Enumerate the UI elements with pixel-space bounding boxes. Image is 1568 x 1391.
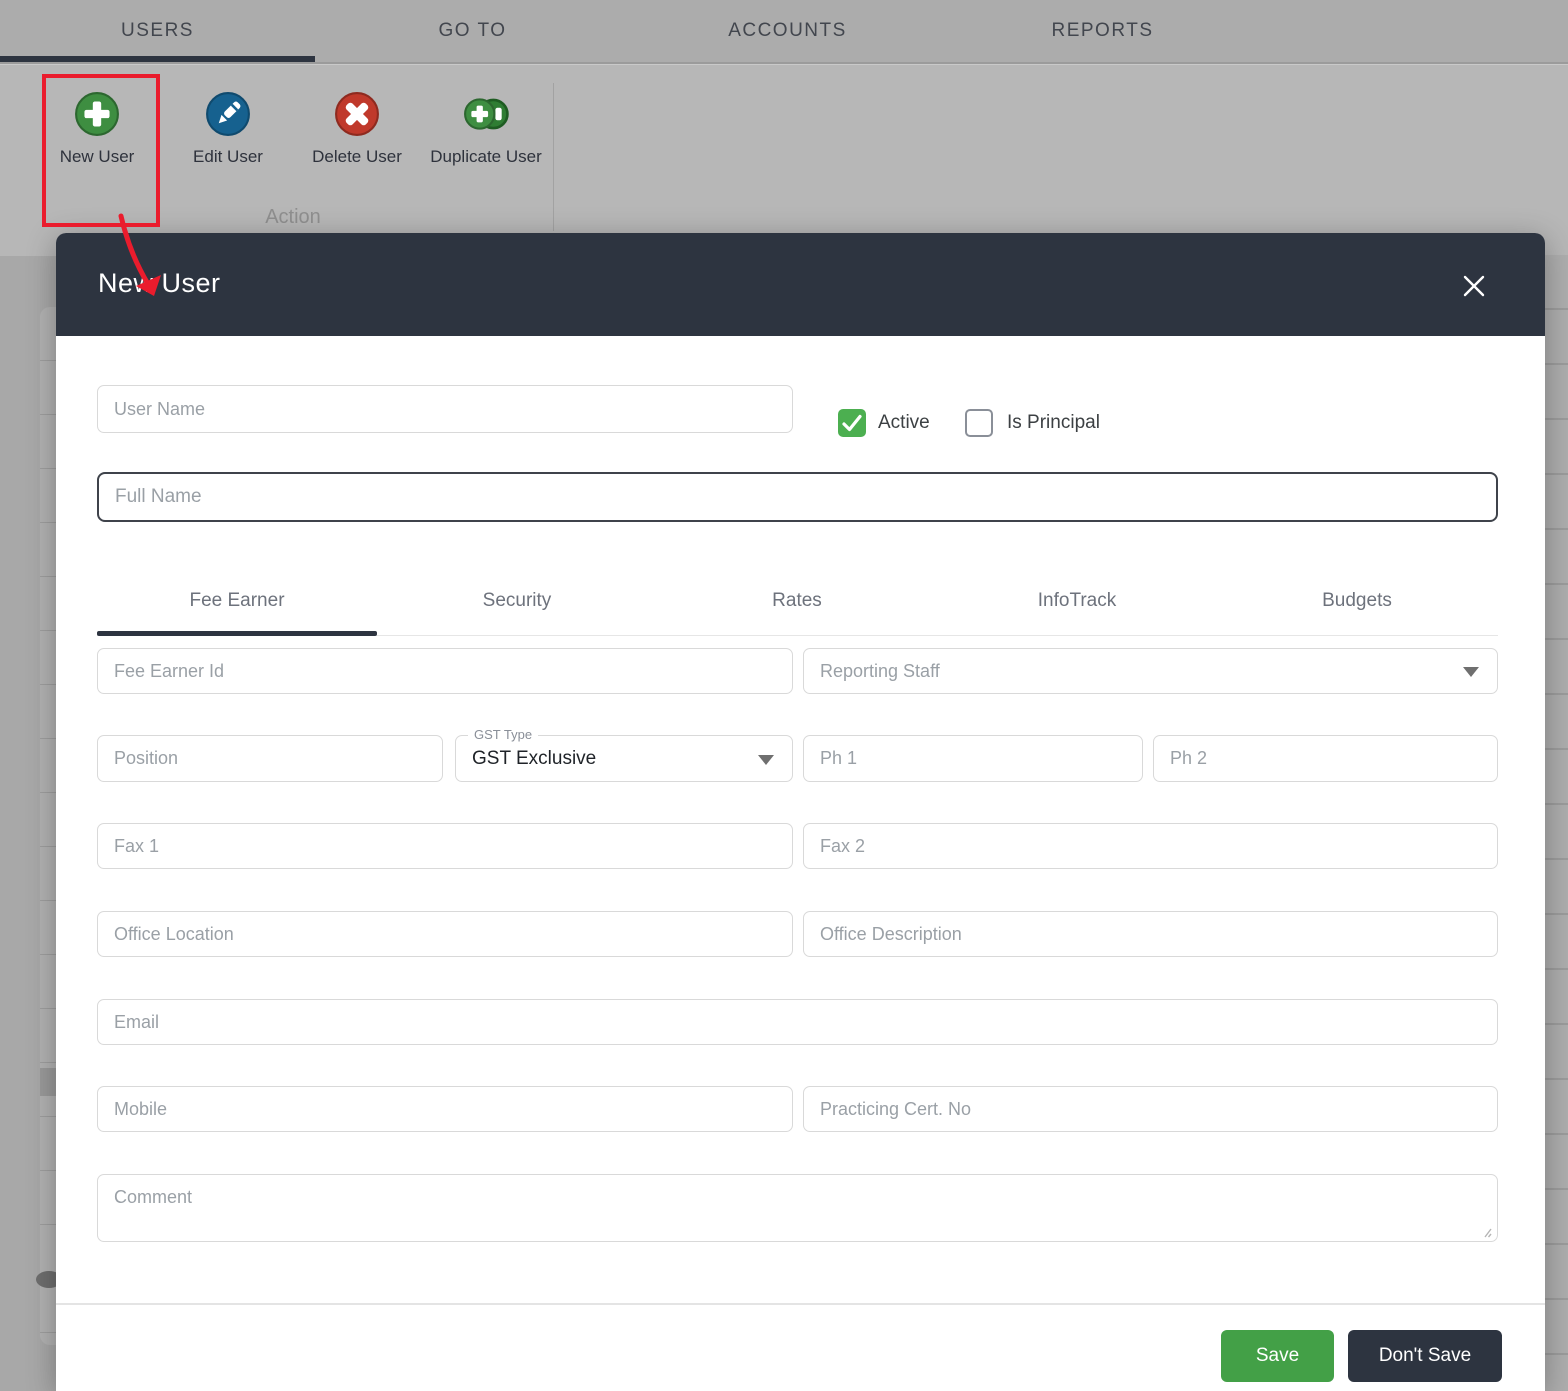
- ribbon-tab-users[interactable]: USERS: [0, 0, 315, 62]
- gst-type-value: GST Exclusive: [472, 747, 597, 769]
- ribbon-group-divider: [553, 83, 554, 231]
- office-location-input[interactable]: [97, 911, 793, 957]
- new-user-button[interactable]: New User: [37, 91, 157, 168]
- position-input[interactable]: [97, 735, 443, 782]
- active-tab-underline: [0, 56, 315, 62]
- tab-security[interactable]: Security: [377, 570, 657, 632]
- active-checkbox[interactable]: [838, 409, 866, 437]
- ph1-input[interactable]: [803, 735, 1143, 782]
- email-input[interactable]: [97, 999, 1498, 1045]
- background-selected-row: [40, 1068, 56, 1096]
- edit-user-label: Edit User: [193, 147, 263, 166]
- is-principal-checkbox[interactable]: [965, 409, 993, 437]
- full-name-input[interactable]: [97, 472, 1498, 522]
- delete-user-x-icon: [297, 91, 417, 137]
- ribbon-tab-go-to[interactable]: GO TO: [315, 0, 630, 62]
- tab-fee-earner[interactable]: Fee Earner: [97, 570, 377, 632]
- ribbon-tab-reports[interactable]: REPORTS: [945, 0, 1260, 62]
- tab-budgets[interactable]: Budgets: [1217, 570, 1497, 632]
- mobile-input[interactable]: [97, 1086, 793, 1132]
- ph2-input[interactable]: [1153, 735, 1498, 782]
- new-user-dialog: New User Active Is Principal Fee Earner …: [56, 233, 1545, 1391]
- duplicate-user-icon: [426, 91, 546, 137]
- comment-textarea[interactable]: [97, 1174, 1498, 1242]
- reporting-staff-dropdown[interactable]: Reporting Staff: [803, 648, 1498, 694]
- background-table-left-sliver: [40, 307, 56, 1345]
- fax2-input[interactable]: [803, 823, 1498, 869]
- office-description-input[interactable]: [803, 911, 1498, 957]
- gst-type-dropdown[interactable]: GST Type GST Exclusive: [455, 727, 793, 782]
- fee-earner-id-input[interactable]: [97, 648, 793, 694]
- new-user-plus-icon: [37, 91, 157, 137]
- dialog-title: New User: [98, 268, 221, 298]
- active-checkbox-label: Active: [878, 412, 930, 433]
- ribbon-action-group: New User Edit User Delete User Duplicate…: [0, 64, 1568, 256]
- background-table-right-sliver: [1545, 255, 1568, 1391]
- footer-divider: [56, 1303, 1545, 1305]
- checkmark-icon: [842, 414, 862, 432]
- is-principal-checkbox-label: Is Principal: [1007, 412, 1100, 433]
- active-dialog-tab-underline: [97, 631, 377, 636]
- delete-user-label: Delete User: [312, 147, 402, 166]
- practicing-cert-no-input[interactable]: [803, 1086, 1498, 1132]
- ribbon-tab-accounts[interactable]: ACCOUNTS: [630, 0, 945, 62]
- tab-rates[interactable]: Rates: [657, 570, 937, 632]
- close-icon[interactable]: [1461, 273, 1487, 299]
- chevron-down-icon: [1463, 667, 1479, 677]
- dont-save-button[interactable]: Don't Save: [1348, 1330, 1502, 1382]
- fax1-input[interactable]: [97, 823, 793, 869]
- edit-user-pencil-icon: [168, 91, 288, 137]
- reporting-staff-placeholder: Reporting Staff: [820, 660, 940, 681]
- edit-user-button[interactable]: Edit User: [168, 91, 288, 168]
- duplicate-user-label: Duplicate User: [430, 147, 542, 166]
- ribbon-tab-bar: USERS GO TO ACCOUNTS REPORTS: [0, 0, 1568, 64]
- delete-user-button[interactable]: Delete User: [297, 91, 417, 168]
- duplicate-user-button[interactable]: Duplicate User: [426, 91, 546, 168]
- application-window: USERS GO TO ACCOUNTS REPORTS New User Ed…: [0, 0, 1568, 1391]
- save-button[interactable]: Save: [1221, 1330, 1334, 1382]
- chevron-down-icon: [758, 754, 774, 765]
- action-group-label: Action: [265, 206, 321, 228]
- gst-type-label: GST Type: [468, 727, 539, 742]
- new-user-label: New User: [59, 147, 135, 166]
- user-name-input[interactable]: [97, 385, 793, 433]
- tab-infotrack[interactable]: InfoTrack: [937, 570, 1217, 632]
- dialog-header: New User: [56, 233, 1545, 336]
